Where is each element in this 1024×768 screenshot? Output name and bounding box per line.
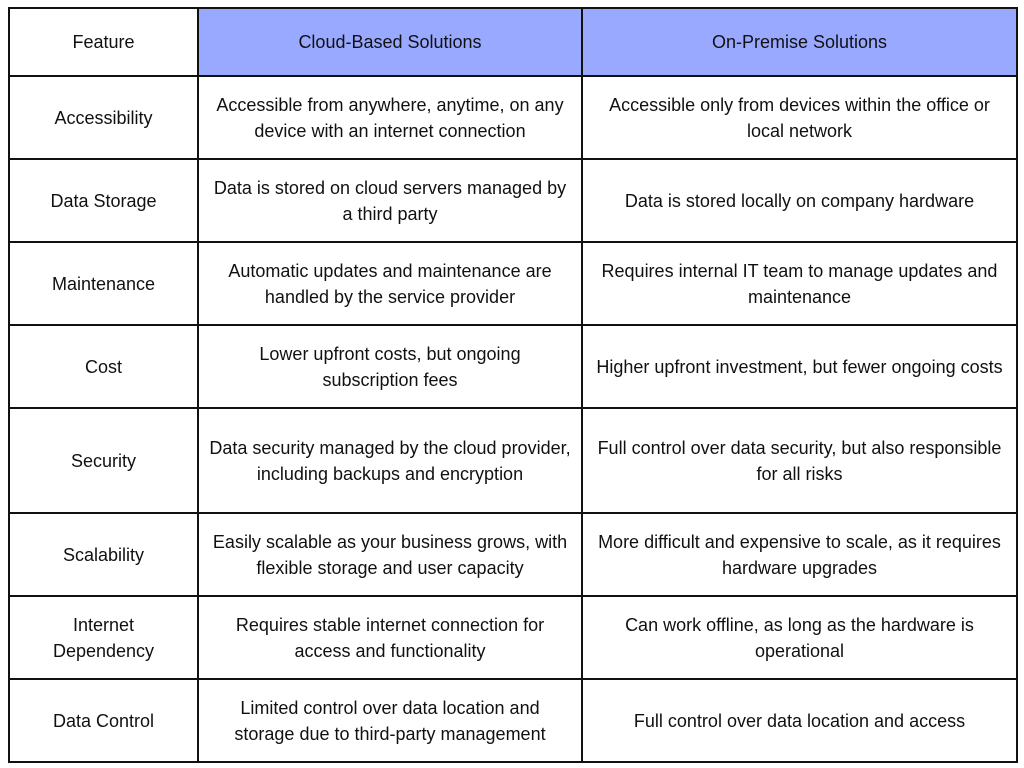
table-row: Cost Lower upfront costs, but ongoing su… bbox=[8, 324, 1018, 409]
table-row: Data Control Limited control over data l… bbox=[8, 678, 1018, 763]
table-row: Maintenance Automatic updates and mainte… bbox=[8, 241, 1018, 326]
feature-cell: Internet Dependency bbox=[8, 595, 199, 680]
header-feature: Feature bbox=[8, 7, 199, 77]
table-row: Security Data security managed by the cl… bbox=[8, 407, 1018, 514]
table-row: Accessibility Accessible from anywhere, … bbox=[8, 75, 1018, 160]
cloud-cell: Data security managed by the cloud provi… bbox=[197, 407, 583, 514]
table-row: Data Storage Data is stored on cloud ser… bbox=[8, 158, 1018, 243]
header-onprem: On-Premise Solutions bbox=[581, 7, 1018, 77]
onprem-cell: Data is stored locally on company hardwa… bbox=[581, 158, 1018, 243]
table-row: Internet Dependency Requires stable inte… bbox=[8, 595, 1018, 680]
cloud-cell: Requires stable internet connection for … bbox=[197, 595, 583, 680]
onprem-cell: Full control over data location and acce… bbox=[581, 678, 1018, 763]
onprem-cell: Accessible only from devices within the … bbox=[581, 75, 1018, 160]
feature-cell: Accessibility bbox=[8, 75, 199, 160]
onprem-cell: Higher upfront investment, but fewer ong… bbox=[581, 324, 1018, 409]
cloud-cell: Easily scalable as your business grows, … bbox=[197, 512, 583, 597]
cloud-cell: Limited control over data location and s… bbox=[197, 678, 583, 763]
feature-cell: Security bbox=[8, 407, 199, 514]
onprem-cell: Requires internal IT team to manage upda… bbox=[581, 241, 1018, 326]
feature-cell: Scalability bbox=[8, 512, 199, 597]
onprem-cell: Can work offline, as long as the hardwar… bbox=[581, 595, 1018, 680]
cloud-cell: Accessible from anywhere, anytime, on an… bbox=[197, 75, 583, 160]
header-row: Feature Cloud-Based Solutions On-Premise… bbox=[8, 7, 1018, 77]
cloud-cell: Automatic updates and maintenance are ha… bbox=[197, 241, 583, 326]
feature-cell: Maintenance bbox=[8, 241, 199, 326]
onprem-cell: Full control over data security, but als… bbox=[581, 407, 1018, 514]
feature-cell: Cost bbox=[8, 324, 199, 409]
header-cloud: Cloud-Based Solutions bbox=[197, 7, 583, 77]
feature-cell: Data Control bbox=[8, 678, 199, 763]
cloud-cell: Lower upfront costs, but ongoing subscri… bbox=[197, 324, 583, 409]
cloud-cell: Data is stored on cloud servers managed … bbox=[197, 158, 583, 243]
onprem-cell: More difficult and expensive to scale, a… bbox=[581, 512, 1018, 597]
feature-cell: Data Storage bbox=[8, 158, 199, 243]
table-row: Scalability Easily scalable as your busi… bbox=[8, 512, 1018, 597]
comparison-table: Feature Cloud-Based Solutions On-Premise… bbox=[8, 7, 1018, 763]
